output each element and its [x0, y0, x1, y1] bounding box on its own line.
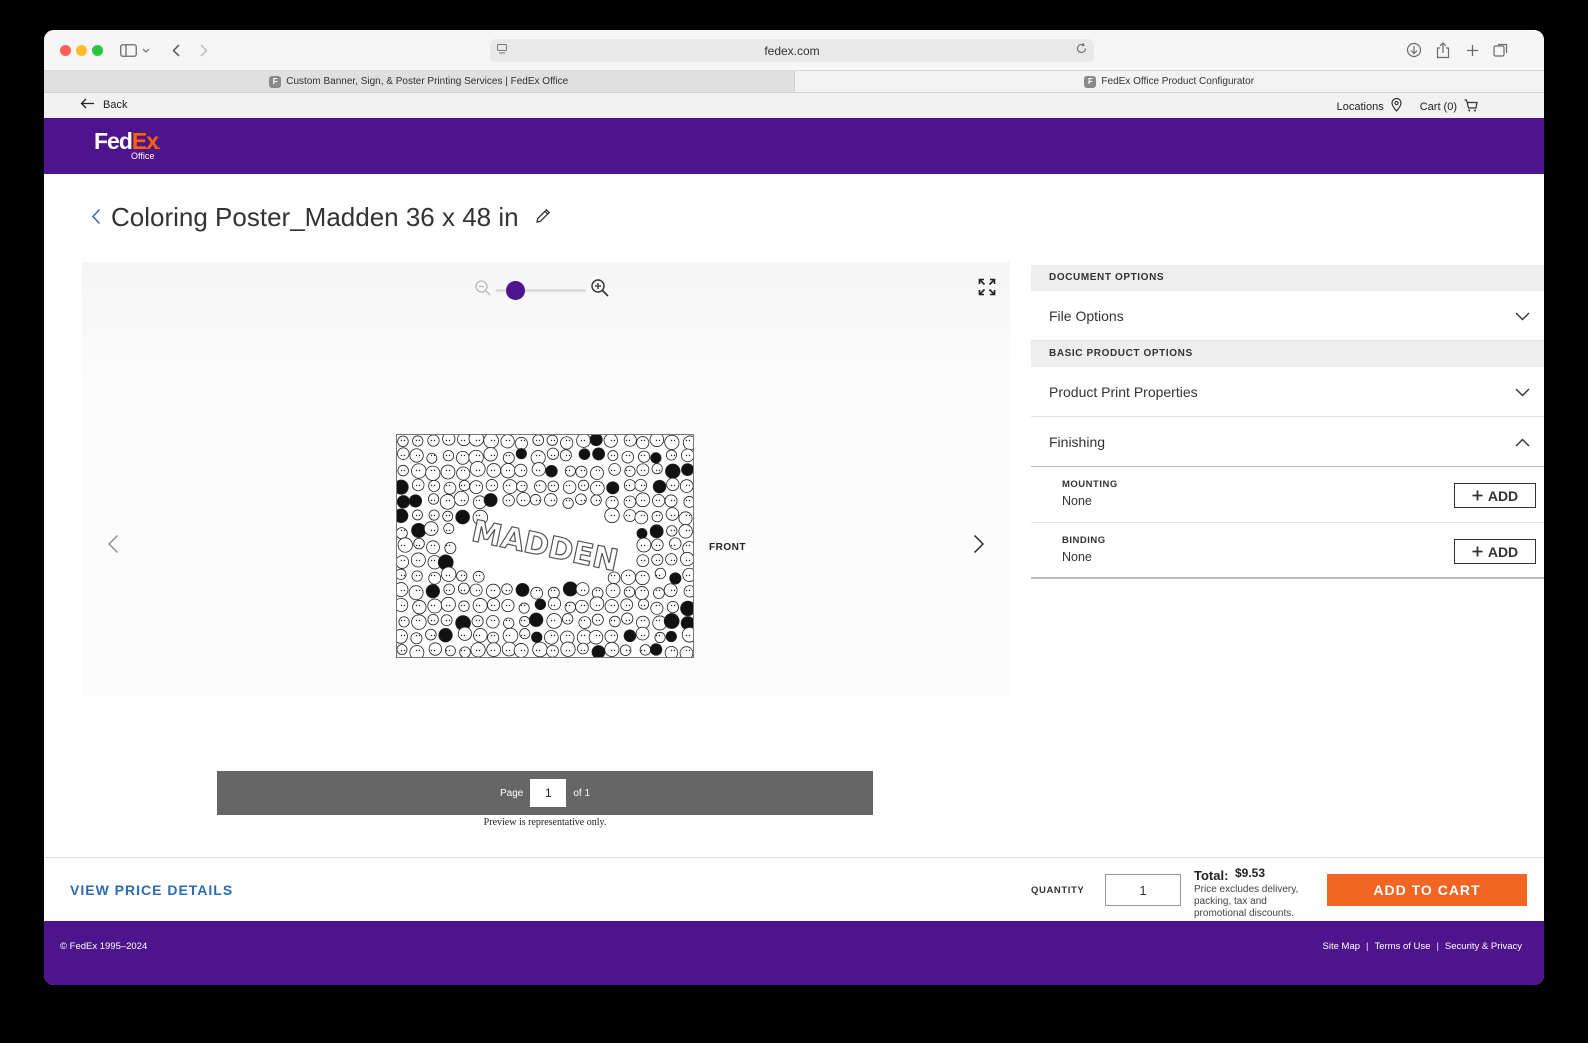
chevron-left-icon[interactable]	[91, 205, 101, 231]
chevron-down-icon	[1515, 384, 1530, 400]
zoom-slider[interactable]	[496, 281, 586, 300]
fedex-favicon-icon: F	[1084, 75, 1097, 88]
sidebar-toggle-icon[interactable]	[118, 40, 138, 60]
arrow-left-icon	[80, 98, 95, 112]
finishing-accordion[interactable]: Finishing	[1031, 417, 1544, 467]
page-navigator: Page 1 of 1	[217, 771, 873, 815]
poster-thumbnail[interactable]: MADDEN	[396, 434, 694, 658]
fedex-office-logo[interactable]: FedEx. Office	[94, 130, 161, 161]
plus-icon	[1472, 544, 1483, 560]
address-bar[interactable]: fedex.com	[490, 39, 1094, 62]
chevron-up-icon	[1515, 434, 1530, 450]
product-title-row: Coloring Poster_Madden 36 x 48 in	[91, 202, 552, 233]
options-panel: DOCUMENT OPTIONS File Options BASIC PROD…	[1031, 265, 1544, 579]
finishing-option-binding: BINDING None ADD	[1031, 523, 1544, 579]
fullscreen-icon[interactable]	[978, 278, 996, 301]
file-options-accordion[interactable]: File Options	[1031, 291, 1544, 341]
zoom-slider-handle[interactable]	[506, 281, 525, 300]
basic-product-options-header: BASIC PRODUCT OPTIONS	[1031, 341, 1544, 367]
tab-custom-banner[interactable]: F Custom Banner, Sign, & Poster Printing…	[44, 71, 794, 92]
pencil-icon[interactable]	[535, 207, 552, 229]
cart-link[interactable]: Cart (0)	[1419, 98, 1478, 115]
utility-nav: Back Locations Cart (0)	[44, 93, 1544, 118]
browser-back-icon[interactable]	[166, 40, 186, 60]
option-value: None	[1062, 494, 1092, 508]
tab-label: Custom Banner, Sign, & Poster Printing S…	[286, 76, 569, 87]
zoom-window-button[interactable]	[92, 45, 103, 56]
cart-icon	[1464, 98, 1478, 115]
chevron-down-icon	[1515, 308, 1530, 324]
option-label: MOUNTING	[1062, 479, 1118, 490]
zoom-in-icon[interactable]	[590, 278, 610, 303]
close-window-button[interactable]	[60, 45, 71, 56]
location-pin-icon	[1391, 97, 1402, 115]
site-settings-icon[interactable]	[496, 43, 508, 58]
fedex-favicon-icon: F	[269, 75, 282, 88]
page-title: Coloring Poster_Madden 36 x 48 in	[111, 202, 519, 232]
back-link[interactable]: Back	[80, 98, 127, 112]
accordion-label: File Options	[1049, 307, 1124, 324]
price-disclaimer: Price excludes delivery, packing, tax an…	[1194, 884, 1299, 919]
quantity-label: QUANTITY	[1031, 885, 1085, 896]
footer-link-privacy[interactable]: Security & Privacy	[1445, 941, 1522, 952]
site-footer: © FedEx 1995–2024 Site Map | Terms of Us…	[44, 921, 1544, 985]
copyright-text: © FedEx 1995–2024	[60, 941, 148, 952]
page-label: Page	[499, 787, 524, 799]
tab-label: FedEx Office Product Configurator	[1101, 76, 1255, 87]
poster-artwork: MADDEN	[397, 435, 693, 657]
add-binding-button[interactable]: ADD	[1454, 539, 1536, 564]
downloads-icon[interactable]	[1404, 40, 1424, 60]
document-options-header: DOCUMENT OPTIONS	[1031, 265, 1544, 291]
total-price: $9.53	[1235, 866, 1266, 880]
address-text: fedex.com	[764, 43, 820, 58]
back-label: Back	[103, 99, 128, 111]
browser-window: fedex.com F Custom Banner, Sign, & Poste…	[44, 30, 1544, 985]
zoom-out-icon[interactable]	[474, 279, 492, 302]
accordion-label: Finishing	[1049, 433, 1106, 450]
locations-label: Locations	[1336, 100, 1384, 113]
footer-link-site-map[interactable]: Site Map	[1323, 941, 1361, 952]
new-tab-icon[interactable]	[1462, 40, 1482, 60]
accordion-label: Product Print Properties	[1049, 383, 1198, 400]
share-icon[interactable]	[1433, 40, 1453, 60]
view-price-details-link[interactable]: VIEW PRICE DETAILS	[70, 882, 233, 898]
footer-link-terms[interactable]: Terms of Use	[1374, 941, 1430, 952]
zoom-control	[474, 278, 610, 303]
quantity-input[interactable]: 1	[1105, 874, 1181, 906]
chevron-down-icon[interactable]	[140, 40, 152, 60]
footer-links: Site Map | Terms of Use | Security & Pri…	[1322, 941, 1522, 952]
next-page-icon[interactable]	[973, 534, 985, 559]
plus-icon	[1472, 488, 1483, 504]
finishing-option-mounting: MOUNTING None ADD	[1031, 467, 1544, 523]
page-number-input[interactable]: 1	[530, 779, 567, 807]
checkout-bar: VIEW PRICE DETAILS QUANTITY 1 Total: $9.…	[44, 857, 1544, 920]
total-label: Total:	[1194, 868, 1229, 883]
add-to-cart-button[interactable]: ADD TO CART	[1327, 874, 1527, 906]
browser-toolbar: fedex.com	[44, 30, 1544, 70]
browser-forward-icon[interactable]	[194, 40, 214, 60]
locations-link[interactable]: Locations	[1336, 97, 1402, 115]
tab-bar: F Custom Banner, Sign, & Poster Printing…	[44, 70, 1544, 93]
option-label: BINDING	[1062, 535, 1106, 546]
tab-product-configurator[interactable]: F FedEx Office Product Configurator	[793, 71, 1544, 92]
tab-overview-icon[interactable]	[1491, 40, 1511, 60]
print-properties-accordion[interactable]: Product Print Properties	[1031, 367, 1544, 417]
preview-disclaimer: Preview is representative only.	[483, 817, 607, 828]
minimize-window-button[interactable]	[76, 45, 87, 56]
document-preview: MADDEN FRONT	[82, 262, 1010, 696]
add-mounting-button[interactable]: ADD	[1454, 483, 1536, 508]
page-count: of 1	[573, 787, 591, 799]
svg-text:MADDEN: MADDEN	[469, 514, 622, 579]
reload-icon[interactable]	[1075, 42, 1088, 58]
side-label: FRONT	[709, 542, 746, 553]
cart-label: Cart (0)	[1419, 100, 1457, 113]
option-value: None	[1062, 550, 1092, 564]
site-header: FedEx. Office	[44, 118, 1544, 174]
previous-page-icon[interactable]	[107, 534, 119, 559]
